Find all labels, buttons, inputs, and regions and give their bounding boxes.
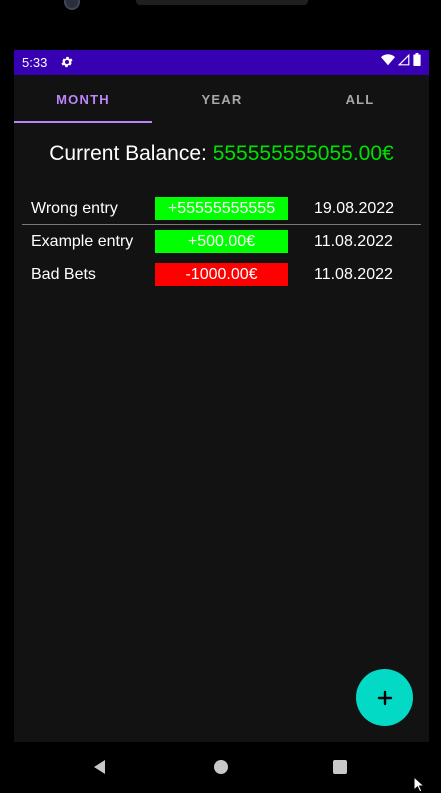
battery-icon xyxy=(413,53,421,71)
entry-date: 11.08.2022 xyxy=(314,233,393,250)
tab-month[interactable]: MONTH xyxy=(14,75,152,124)
entry-name: Example entry xyxy=(31,233,134,250)
balance-value: 555555555055.00€ xyxy=(212,142,394,165)
current-balance: Current Balance: 555555555055.00€ xyxy=(14,142,429,166)
entry-row[interactable]: Wrong entry +55555555555 19.08.2022 xyxy=(22,192,421,225)
status-time: 5:33 xyxy=(22,55,48,70)
status-icons xyxy=(381,53,421,71)
back-icon[interactable] xyxy=(91,758,109,776)
status-bar: 5:33 xyxy=(14,50,429,75)
gear-icon xyxy=(60,55,74,69)
system-nav-bar xyxy=(0,742,441,793)
balance-label: Current Balance: xyxy=(49,142,213,165)
mouse-cursor-icon xyxy=(413,775,426,793)
app-screen: 5:33 MONTH YEAR ALL Current Balance: 555… xyxy=(14,50,429,742)
device-bezel-top xyxy=(0,0,441,50)
entry-row[interactable]: Example entry +500.00€ 11.08.2022 xyxy=(22,225,421,258)
tab-indicator xyxy=(14,121,152,123)
tab-bar: MONTH YEAR ALL xyxy=(14,75,429,124)
entry-date: 11.08.2022 xyxy=(314,266,393,283)
home-icon[interactable] xyxy=(212,758,230,776)
front-camera xyxy=(64,0,80,10)
wifi-icon xyxy=(381,53,395,71)
entry-date: 19.08.2022 xyxy=(314,200,395,217)
tab-all[interactable]: ALL xyxy=(291,75,429,124)
tab-year[interactable]: YEAR xyxy=(153,75,291,124)
add-entry-button[interactable] xyxy=(356,669,413,726)
signal-icon xyxy=(397,53,410,71)
entry-name: Wrong entry xyxy=(31,200,118,217)
recents-icon[interactable] xyxy=(331,758,349,776)
entry-row[interactable]: Bad Bets -1000.00€ 11.08.2022 xyxy=(22,258,421,291)
earpiece-speaker xyxy=(136,0,308,5)
entry-amount: -1000.00€ xyxy=(155,263,288,286)
entry-amount: +500.00€ xyxy=(155,230,288,253)
entry-name: Bad Bets xyxy=(31,266,96,283)
plus-icon xyxy=(377,690,392,705)
entry-amount: +55555555555 xyxy=(155,197,288,220)
